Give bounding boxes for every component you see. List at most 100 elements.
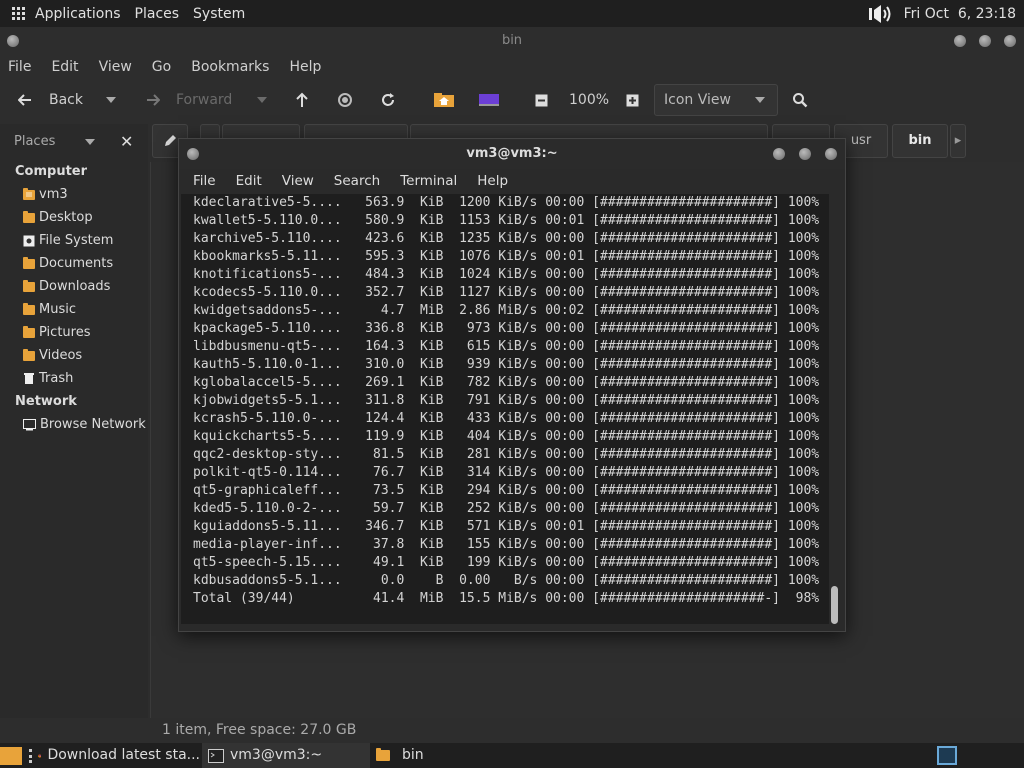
sidebar-item-pictures[interactable]: Pictures xyxy=(0,321,148,344)
terminal-line: kbookmarks5-5.11... 595.3 KiB 1076 KiB/s… xyxy=(193,249,820,264)
minimize-button[interactable] xyxy=(954,35,966,47)
file-manager-titlebar[interactable]: bin xyxy=(0,27,1024,54)
view-mode-select[interactable]: Icon View xyxy=(654,84,778,116)
zoom-in-icon[interactable] xyxy=(626,80,639,120)
trash-icon xyxy=(24,373,34,384)
terminal-maximize-button[interactable] xyxy=(799,148,811,160)
terminal-line: libdbusmenu-qt5-... 164.3 KiB 615 KiB/s … xyxy=(193,339,820,354)
terminal-menu-file[interactable]: File xyxy=(193,173,216,189)
firefox-icon xyxy=(38,753,42,758)
terminal-line: kjobwidgets5-5.1... 311.8 KiB 791 KiB/s … xyxy=(193,393,820,408)
menu-bookmarks[interactable]: Bookmarks xyxy=(191,59,269,75)
show-desktop-button[interactable] xyxy=(0,747,22,765)
menu-file[interactable]: File xyxy=(8,59,31,75)
window-menu-button[interactable] xyxy=(7,35,19,47)
task-firefox[interactable]: Download latest sta... xyxy=(38,743,200,768)
terminal-line: kded5-5.110.0-2-... 59.7 KiB 252 KiB/s 0… xyxy=(193,501,820,516)
sidebar-item-label: Trash xyxy=(39,371,74,386)
zoom-out-icon[interactable] xyxy=(535,80,548,120)
terminal-menu-terminal[interactable]: Terminal xyxy=(400,173,457,189)
terminal-menu-search[interactable]: Search xyxy=(334,173,380,189)
scrollbar-thumb[interactable] xyxy=(831,586,838,624)
drag-handle-icon[interactable] xyxy=(29,749,33,763)
terminal-scrollbar[interactable] xyxy=(829,194,843,624)
terminal-menu-help[interactable]: Help xyxy=(477,173,508,189)
sidebar-item-label: Desktop xyxy=(39,210,93,225)
close-button[interactable] xyxy=(1004,35,1016,47)
stop-icon[interactable] xyxy=(337,80,353,120)
terminal-line: kauth5-5.110.0-1... 310.0 KiB 939 KiB/s … xyxy=(193,357,820,372)
system-menu[interactable]: System xyxy=(193,6,245,22)
task-label: bin xyxy=(402,747,424,763)
terminal-output[interactable]: kdeclarative5-5.... 563.9 KiB 1200 KiB/s… xyxy=(181,194,829,624)
terminal-line: qt5-graphicaleff... 73.5 KiB 294 KiB/s 0… xyxy=(193,483,820,498)
view-mode-value: Icon View xyxy=(664,92,731,108)
folder-icon xyxy=(23,302,35,315)
places-menu[interactable]: Places xyxy=(135,6,180,22)
close-sidebar-icon[interactable]: ✕ xyxy=(120,124,133,160)
terminal-line: qt5-speech-5.15.... 49.1 KiB 199 KiB/s 0… xyxy=(193,555,820,570)
reload-icon[interactable] xyxy=(380,80,396,120)
clock[interactable]: Fri Oct 6, 23:18 xyxy=(904,6,1016,22)
computer-icon[interactable] xyxy=(478,80,500,120)
sidebar-chevron-down-icon[interactable] xyxy=(85,139,95,145)
forward-history-chevron-down-icon[interactable] xyxy=(257,80,267,120)
back-history-chevron-down-icon[interactable] xyxy=(106,80,116,120)
menu-edit[interactable]: Edit xyxy=(51,59,78,75)
forward-button[interactable]: Forward xyxy=(176,80,232,120)
applications-menu[interactable]: Applications xyxy=(12,6,121,22)
breadcrumb-bin[interactable]: bin xyxy=(892,124,948,158)
pencil-icon xyxy=(165,134,176,146)
sidebar-item-videos[interactable]: Videos xyxy=(0,344,148,367)
menu-help[interactable]: Help xyxy=(289,59,321,75)
sidebar-title[interactable]: Places xyxy=(14,134,55,149)
up-arrow-icon[interactable] xyxy=(295,80,309,120)
search-icon[interactable] xyxy=(792,80,808,120)
back-button[interactable]: Back xyxy=(49,80,83,120)
terminal-minimize-button[interactable] xyxy=(773,148,785,160)
sidebar-item-file-system[interactable]: File System xyxy=(0,229,148,252)
back-arrow-icon[interactable] xyxy=(17,80,32,120)
terminal-line: kquickcharts5-5.... 119.9 KiB 404 KiB/s … xyxy=(193,429,820,444)
task-bin[interactable]: bin xyxy=(376,743,496,768)
menu-view[interactable]: View xyxy=(99,59,132,75)
menu-go[interactable]: Go xyxy=(152,59,171,75)
sidebar-section-network: Network xyxy=(15,394,77,409)
sidebar-item-label: vm3 xyxy=(39,187,68,202)
sidebar-item-label: Music xyxy=(39,302,76,317)
sidebar-item-downloads[interactable]: Downloads xyxy=(0,275,148,298)
terminal-line: polkit-qt5-0.114... 76.7 KiB 314 KiB/s 0… xyxy=(193,465,820,480)
sidebar-item-desktop[interactable]: Desktop xyxy=(0,206,148,229)
sidebar-item-label: Pictures xyxy=(39,325,91,340)
terminal-close-button[interactable] xyxy=(825,148,837,160)
sidebar-item-trash[interactable]: Trash xyxy=(0,367,148,390)
terminal-menu-view[interactable]: View xyxy=(282,173,314,189)
sidebar-item-label: File System xyxy=(39,233,114,248)
terminal-menu-edit[interactable]: Edit xyxy=(236,173,262,189)
window-title: bin xyxy=(501,33,523,48)
terminal-line: qqc2-desktop-sty... 81.5 KiB 281 KiB/s 0… xyxy=(193,447,820,462)
sidebar-item-documents[interactable]: Documents xyxy=(0,252,148,275)
terminal-window-menu-button[interactable] xyxy=(187,148,199,160)
sidebar-item-label: Downloads xyxy=(39,279,111,294)
forward-arrow-icon[interactable] xyxy=(146,80,161,120)
terminal-titlebar[interactable]: vm3@vm3:~ xyxy=(179,139,845,169)
task-terminal[interactable]: vm3@vm3:~ xyxy=(202,743,370,768)
sidebar-item-music[interactable]: Music xyxy=(0,298,148,321)
workspace-switcher[interactable] xyxy=(937,746,957,765)
zoom-level: 100% xyxy=(569,92,610,108)
sidebar-item-vm3[interactable]: vm3 xyxy=(0,183,148,206)
breadcrumb-right-arrow[interactable]: ▸ xyxy=(950,124,966,158)
terminal-line: kwallet5-5.110.0... 580.9 KiB 1153 KiB/s… xyxy=(193,213,820,228)
drive-icon xyxy=(23,235,35,246)
sidebar-item-label: Browse Network xyxy=(40,417,146,432)
sidebar-item-label: Documents xyxy=(39,256,114,271)
folder-icon xyxy=(23,210,35,223)
home-folder-icon[interactable] xyxy=(433,80,455,120)
sidebar-item-browse-network[interactable]: Browse Network xyxy=(0,413,148,436)
folder-icon xyxy=(23,348,35,361)
sidebar-header: Places ✕ xyxy=(0,124,148,160)
volume-icon[interactable] xyxy=(868,3,896,25)
task-label: vm3@vm3:~ xyxy=(230,747,323,763)
maximize-button[interactable] xyxy=(979,35,991,47)
